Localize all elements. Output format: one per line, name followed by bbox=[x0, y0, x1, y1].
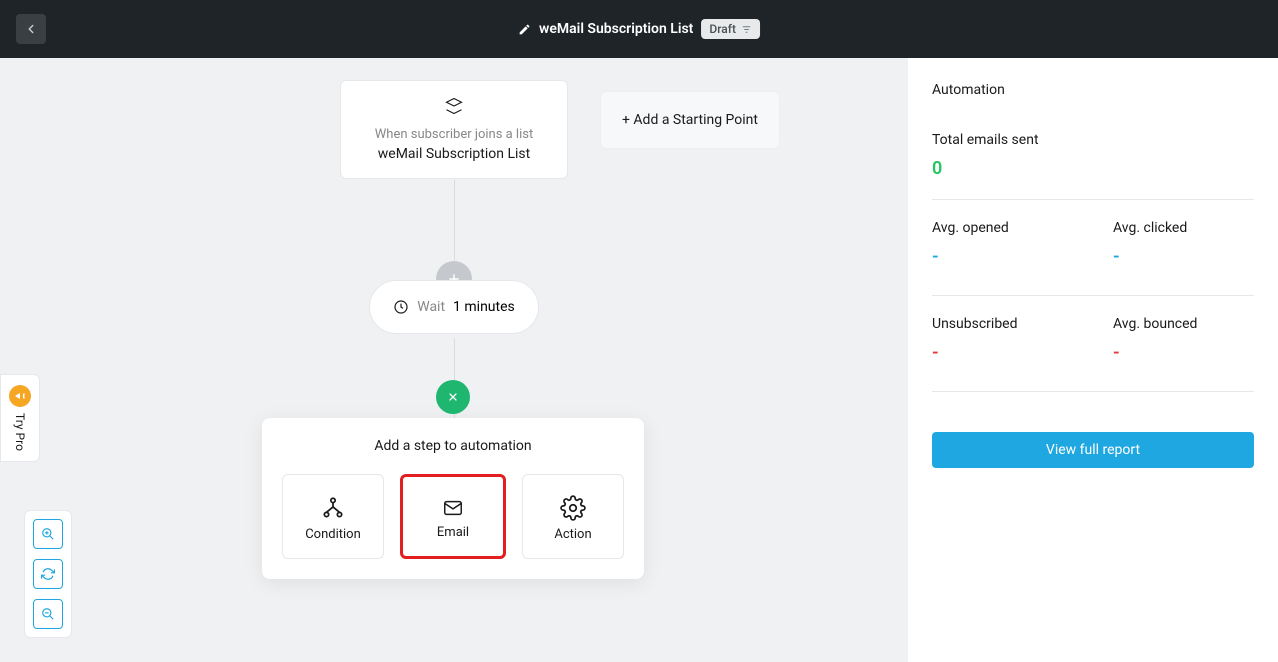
avg-opened-label: Avg. opened bbox=[932, 220, 1073, 236]
automation-sidebar: Automation Total emails sent 0 Avg. open… bbox=[908, 58, 1278, 662]
avg-bounced-value: - bbox=[1113, 342, 1254, 363]
close-icon bbox=[447, 391, 459, 403]
search-plus-icon bbox=[41, 527, 55, 541]
wait-duration: 1 minutes bbox=[453, 299, 515, 315]
trigger-description: When subscriber joins a list bbox=[353, 127, 555, 142]
total-emails-label: Total emails sent bbox=[932, 132, 1254, 148]
avg-bounced-label: Avg. bounced bbox=[1113, 316, 1254, 332]
refresh-icon bbox=[41, 567, 55, 581]
trigger-node[interactable]: When subscriber joins a list weMail Subs… bbox=[340, 80, 568, 179]
back-button[interactable] bbox=[16, 14, 46, 44]
sidebar-title: Automation bbox=[932, 82, 1254, 98]
wait-node[interactable]: Wait 1 minutes bbox=[369, 280, 539, 334]
arrow-left-icon bbox=[24, 22, 38, 36]
pencil-icon[interactable] bbox=[518, 23, 531, 36]
filter-icon bbox=[741, 24, 752, 35]
zoom-out-button[interactable] bbox=[33, 599, 63, 629]
step-option-email[interactable]: Email bbox=[400, 474, 506, 559]
try-pro-tab[interactable]: Try Pro bbox=[0, 374, 40, 462]
avg-clicked-value: - bbox=[1113, 246, 1254, 267]
megaphone-icon bbox=[14, 390, 26, 402]
step-option-condition[interactable]: Condition bbox=[282, 474, 384, 559]
wait-label: Wait bbox=[417, 299, 445, 315]
trigger-list-name: weMail Subscription List bbox=[353, 146, 555, 162]
clock-icon bbox=[393, 299, 409, 315]
unsubscribed-label: Unsubscribed bbox=[932, 316, 1073, 332]
mail-icon bbox=[440, 497, 466, 519]
unsubscribed-value: - bbox=[932, 342, 1073, 363]
reset-zoom-button[interactable] bbox=[33, 559, 63, 589]
header-title-group: weMail Subscription List Draft bbox=[518, 19, 760, 39]
step-panel-title: Add a step to automation bbox=[282, 438, 624, 454]
total-emails-value: 0 bbox=[932, 158, 1254, 179]
gear-icon bbox=[560, 495, 586, 521]
close-step-panel-button[interactable] bbox=[436, 380, 470, 414]
automation-canvas: When subscriber joins a list weMail Subs… bbox=[0, 58, 908, 662]
view-full-report-button[interactable]: View full report bbox=[932, 432, 1254, 468]
layers-icon bbox=[445, 97, 463, 115]
add-step-panel: Add a step to automation Condition Email bbox=[262, 418, 644, 579]
avg-opened-value: - bbox=[932, 246, 1073, 267]
search-minus-icon bbox=[41, 607, 55, 621]
status-badge[interactable]: Draft bbox=[701, 19, 760, 39]
zoom-controls bbox=[24, 510, 72, 638]
page-title: weMail Subscription List bbox=[539, 21, 693, 37]
zoom-in-button[interactable] bbox=[33, 519, 63, 549]
add-starting-point-button[interactable]: + Add a Starting Point bbox=[600, 91, 780, 149]
step-option-action[interactable]: Action bbox=[522, 474, 624, 559]
avg-clicked-label: Avg. clicked bbox=[1113, 220, 1254, 236]
fork-icon bbox=[320, 495, 346, 521]
